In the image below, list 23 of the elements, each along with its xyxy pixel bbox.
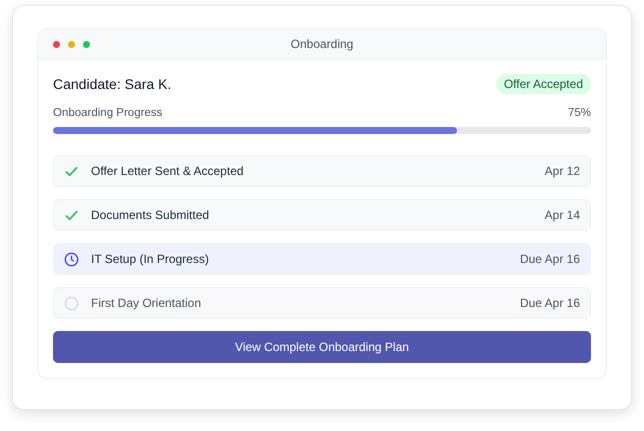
empty-circle-icon [64,296,79,310]
task-row[interactable]: IT Setup (In Progress) Due Apr 16 [53,243,591,275]
progress-reading: 75% [568,107,591,119]
progress-label: Onboarding Progress [53,107,162,119]
task-date: Apr 12 [544,164,580,178]
task-date: Due Apr 16 [520,252,580,266]
task-row[interactable]: Offer Letter Sent & Accepted Apr 12 [53,155,591,187]
task-label: IT Setup (In Progress) [91,252,210,266]
task-date: Due Apr 16 [520,296,580,310]
task-label: Offer Letter Sent & Accepted [91,164,245,178]
task-row[interactable]: First Day Orientation Due Apr 16 [53,287,591,319]
window-title: Onboarding [290,37,354,51]
minimize-dot[interactable] [68,40,75,48]
task-date: Apr 14 [544,208,580,222]
task-label: First Day Orientation [91,296,202,310]
task-row[interactable]: Documents Submitted Apr 14 [53,199,591,231]
maximize-dot[interactable] [83,40,90,48]
candidate-name: Candidate: Sara K. [53,76,172,92]
task-label: Documents Submitted [91,208,210,222]
clock-icon [64,252,79,266]
view-plan-button[interactable]: View Complete Onboarding Plan [53,331,591,363]
status-badge: Offer Accepted [496,74,591,94]
close-dot[interactable] [53,40,60,48]
